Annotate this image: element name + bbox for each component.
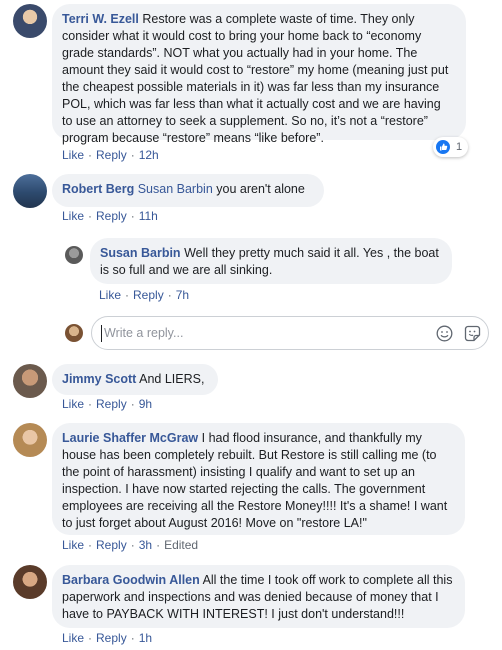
comment-bubble-terri: Terri W. Ezell Restore was a complete wa… bbox=[52, 4, 466, 145]
avatar-robert[interactable] bbox=[13, 174, 47, 208]
comment-text: you aren't alone bbox=[216, 182, 305, 196]
mention-link[interactable]: Susan Barbin bbox=[138, 182, 213, 196]
edited-label[interactable]: Edited bbox=[164, 538, 198, 552]
timestamp[interactable]: 11h bbox=[139, 209, 158, 223]
comment-author[interactable]: Laurie Shaffer McGraw bbox=[62, 431, 198, 445]
like-link[interactable]: Like bbox=[62, 538, 84, 552]
comment-author[interactable]: Susan Barbin bbox=[100, 246, 181, 260]
like-reaction-icon bbox=[436, 140, 450, 154]
comment-text: Restore was a complete waste of time. Th… bbox=[62, 12, 449, 145]
reply-link[interactable]: Reply bbox=[133, 288, 164, 302]
like-link[interactable]: Like bbox=[62, 148, 84, 162]
comment-actions: Like · Reply · 7h bbox=[99, 288, 190, 302]
reply-composer[interactable] bbox=[91, 316, 489, 350]
comment-actions: Like · Reply · 9h bbox=[62, 397, 153, 411]
reply-link[interactable]: Reply bbox=[96, 148, 127, 162]
reply-input[interactable] bbox=[102, 325, 426, 341]
reply-bubble-susan: Susan Barbin Well they pretty much said … bbox=[90, 238, 452, 284]
comment-author[interactable]: Robert Berg bbox=[62, 182, 134, 196]
timestamp[interactable]: 9h bbox=[139, 397, 152, 411]
timestamp[interactable]: 1h bbox=[139, 631, 152, 645]
comment-actions: Like · Reply · 12h bbox=[62, 148, 159, 162]
comment-bubble-barbara: Barbara Goodwin Allen All the time I too… bbox=[52, 565, 465, 628]
reaction-badge[interactable]: 1 bbox=[433, 137, 469, 157]
avatar-laurie[interactable] bbox=[13, 423, 47, 457]
avatar-current-user bbox=[65, 324, 83, 342]
emoji-icon[interactable] bbox=[436, 325, 453, 347]
like-link[interactable]: Like bbox=[62, 631, 84, 645]
comment-text: I had flood insurance, and thankfully my… bbox=[62, 431, 448, 530]
reply-link[interactable]: Reply bbox=[96, 209, 127, 223]
avatar-barbara[interactable] bbox=[13, 565, 47, 599]
like-link[interactable]: Like bbox=[62, 397, 84, 411]
reaction-count: 1 bbox=[456, 141, 463, 153]
comment-author[interactable]: Barbara Goodwin Allen bbox=[62, 573, 200, 587]
comment-actions: Like · Reply · 3h · Edited bbox=[62, 538, 199, 552]
sticker-icon[interactable] bbox=[464, 325, 481, 347]
like-link[interactable]: Like bbox=[62, 209, 84, 223]
comment-bubble-laurie: Laurie Shaffer McGraw I had flood insura… bbox=[52, 423, 465, 535]
comment-actions: Like · Reply · 1h bbox=[62, 631, 153, 645]
timestamp[interactable]: 12h bbox=[139, 148, 159, 162]
comment-author[interactable]: Jimmy Scott bbox=[62, 372, 136, 386]
reply-link[interactable]: Reply bbox=[96, 631, 127, 645]
reply-link[interactable]: Reply bbox=[96, 538, 127, 552]
reply-link[interactable]: Reply bbox=[96, 397, 127, 411]
comment-author[interactable]: Terri W. Ezell bbox=[62, 12, 139, 26]
avatar-jimmy[interactable] bbox=[13, 364, 47, 398]
timestamp[interactable]: 3h bbox=[139, 538, 152, 552]
comment-text: And LIERS, bbox=[139, 372, 205, 386]
comment-actions: Like · Reply · 11h bbox=[62, 209, 158, 223]
avatar-terri[interactable] bbox=[13, 4, 47, 38]
timestamp[interactable]: 7h bbox=[176, 288, 189, 302]
like-link[interactable]: Like bbox=[99, 288, 121, 302]
comment-bubble-jimmy: Jimmy Scott And LIERS, bbox=[52, 364, 218, 395]
avatar-susan[interactable] bbox=[65, 246, 83, 264]
comment-bubble-robert: Robert Berg Susan Barbin you aren't alon… bbox=[52, 174, 324, 207]
